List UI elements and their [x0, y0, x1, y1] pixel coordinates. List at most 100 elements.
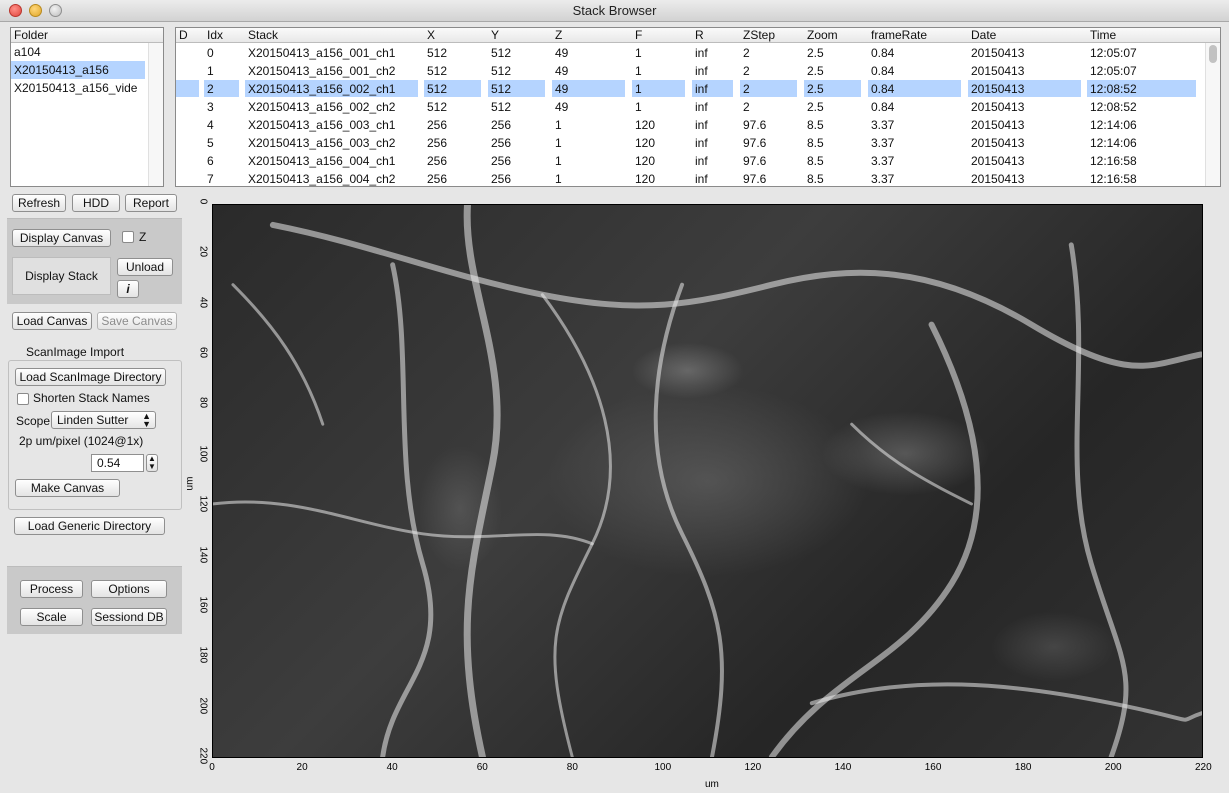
cell-stack: X20150413_a156_002_ch1 — [248, 82, 396, 96]
table-scroll-thumb[interactable] — [1209, 45, 1217, 63]
plot-axes[interactable] — [211, 201, 1204, 761]
report-button[interactable]: Report — [125, 194, 177, 212]
cell-f: 1 — [635, 82, 642, 96]
column-header-x[interactable]: X — [427, 28, 435, 43]
cell-date: 20150413 — [971, 118, 1025, 132]
cell-f: 120 — [635, 172, 656, 186]
table-row[interactable]: 4 X20150413_a156_003_ch1 256 256 1 120 inf 97.6… — [176, 116, 1202, 134]
y-tick-label: 100 — [197, 445, 209, 462]
cell-stack: X20150413_a156_002_ch2 — [248, 100, 396, 114]
um-per-pixel-field[interactable]: 0.54 — [91, 454, 144, 472]
cell-date: 20150413 — [971, 154, 1025, 168]
cell-framerate: 0.84 — [871, 100, 895, 114]
stack-table[interactable]: D Idx Stack X Y Z F R ZStep Zoom frameRate Date Time… — [175, 27, 1221, 187]
cell-framerate: 0.84 — [871, 64, 895, 78]
folder-item-selected[interactable]: X20150413_a156 — [11, 61, 145, 79]
make-canvas-button[interactable]: Make Canvas — [15, 479, 120, 497]
table-scrollbar[interactable] — [1205, 43, 1220, 186]
column-header-framerate[interactable]: frameRate — [871, 28, 927, 43]
column-header-y[interactable]: Y — [491, 28, 499, 43]
cell-x: 256 — [427, 118, 448, 132]
cell-zstep: 97.6 — [743, 136, 767, 150]
table-row[interactable]: 6 X20150413_a156_004_ch1 256 256 1 120 inf 97.6… — [176, 152, 1202, 170]
load-canvas-button[interactable]: Load Canvas — [12, 312, 92, 330]
column-header-zoom[interactable]: Zoom — [807, 28, 838, 43]
display-stack-button[interactable]: Display Stack — [12, 257, 111, 295]
session-db-button[interactable]: Sessiond DB — [91, 608, 167, 626]
select-arrows-icon: ▲ ▼ — [142, 411, 151, 429]
table-row[interactable]: 0 X20150413_a156_001_ch1 512 512 49 1 inf 2 2.5 0… — [176, 44, 1202, 62]
table-row[interactable]: 1 X20150413_a156_001_ch2 512 512 49 1 inf 2 2.5 0… — [176, 62, 1202, 80]
cell-f: 120 — [635, 136, 656, 150]
scale-button[interactable]: Scale — [20, 608, 83, 626]
cell-x: 256 — [427, 154, 448, 168]
folder-list[interactable]: Folder a104 X20150413_a156 X20150413_a15… — [10, 27, 164, 187]
save-canvas-button[interactable]: Save Canvas — [97, 312, 177, 330]
x-tick-label: 20 — [296, 762, 308, 773]
column-header-f[interactable]: F — [635, 28, 642, 43]
shorten-names-checkbox[interactable] — [17, 393, 29, 405]
column-header-time[interactable]: Time — [1090, 28, 1116, 43]
table-row[interactable]: 2 X20150413_a156_002_ch1 512 512 49 1 inf 2 2.5 0… — [176, 80, 1202, 98]
folder-item[interactable]: X20150413_a156_vide — [11, 79, 145, 97]
display-canvas-button[interactable]: Display Canvas — [12, 229, 111, 247]
cell-z: 49 — [555, 100, 569, 114]
cell-z: 1 — [555, 154, 562, 168]
image-plot[interactable]: 0 20 40 60 80 100 120 140 160 180 200 220 0 20 40 60 80… — [184, 198, 1221, 790]
y-tick-label: 160 — [197, 596, 209, 614]
column-header-z[interactable]: Z — [555, 28, 562, 43]
cell-date: 20150413 — [971, 172, 1025, 186]
stack-image[interactable] — [211, 201, 1204, 761]
cell-date: 20150413 — [971, 64, 1025, 78]
refresh-button[interactable]: Refresh — [12, 194, 66, 212]
x-tick-label: 180 — [1014, 762, 1032, 773]
cell-framerate: 3.37 — [871, 154, 895, 168]
cell-f: 120 — [635, 118, 656, 132]
cell-framerate: 0.84 — [871, 46, 895, 60]
cell-x: 256 — [427, 136, 448, 150]
folder-column-header[interactable]: Folder — [11, 28, 163, 43]
column-header-idx[interactable]: Idx — [207, 28, 223, 43]
um-per-pixel-stepper[interactable]: ▲ ▼ — [146, 454, 158, 472]
vessel-overlay — [211, 201, 1204, 761]
table-row[interactable]: 5 X20150413_a156_003_ch2 256 256 1 120 inf 97.6… — [176, 134, 1202, 152]
y-tick-label: 200 — [197, 697, 209, 714]
cell-date: 20150413 — [971, 46, 1025, 60]
table-row[interactable]: 3 X20150413_a156_002_ch2 512 512 49 1 inf 2 2.5 0… — [176, 98, 1202, 116]
cell-time: 12:05:07 — [1090, 46, 1137, 60]
info-button[interactable]: i — [117, 280, 139, 298]
column-header-date[interactable]: Date — [971, 28, 996, 43]
process-group: Process Options Scale Sessiond DB — [7, 566, 182, 634]
cell-zstep: 2 — [743, 64, 750, 78]
process-button[interactable]: Process — [20, 580, 83, 598]
column-header-zstep[interactable]: ZStep — [743, 28, 775, 43]
cell-y: 512 — [491, 46, 512, 60]
cell-f: 1 — [635, 100, 642, 114]
cell-zoom: 8.5 — [807, 136, 824, 150]
load-scanimage-directory-button[interactable]: Load ScanImage Directory — [15, 368, 166, 386]
folder-item[interactable]: a104 — [11, 43, 145, 61]
cell-y: 256 — [491, 172, 512, 186]
cell-x: 512 — [427, 100, 448, 114]
cell-framerate: 3.37 — [871, 172, 895, 186]
unload-button[interactable]: Unload — [117, 258, 173, 276]
z-checkbox[interactable] — [122, 231, 134, 243]
cell-stack: X20150413_a156_003_ch2 — [248, 136, 396, 150]
cell-r: inf — [695, 100, 708, 114]
cell-idx: 2 — [207, 82, 214, 96]
x-tick-label: 140 — [834, 762, 852, 773]
folder-scrollbar[interactable] — [148, 43, 163, 186]
cell-idx: 0 — [207, 46, 214, 60]
scope-select[interactable]: Linden Sutter ▲ ▼ — [51, 411, 156, 429]
table-row[interactable]: 7 X20150413_a156_004_ch2 256 256 1 120 inf 97.6… — [176, 170, 1202, 186]
scope-label: Scope — [16, 414, 51, 428]
cell-x: 512 — [427, 46, 448, 60]
column-header-r[interactable]: R — [695, 28, 704, 43]
column-header-stack[interactable]: Stack — [248, 28, 278, 43]
column-header-d[interactable]: D — [179, 28, 188, 43]
title-bar: Stack Browser — [0, 0, 1229, 22]
cell-zstep: 97.6 — [743, 118, 767, 132]
load-generic-directory-button[interactable]: Load Generic Directory — [14, 517, 165, 535]
options-button[interactable]: Options — [91, 580, 167, 598]
hdd-button[interactable]: HDD — [72, 194, 120, 212]
